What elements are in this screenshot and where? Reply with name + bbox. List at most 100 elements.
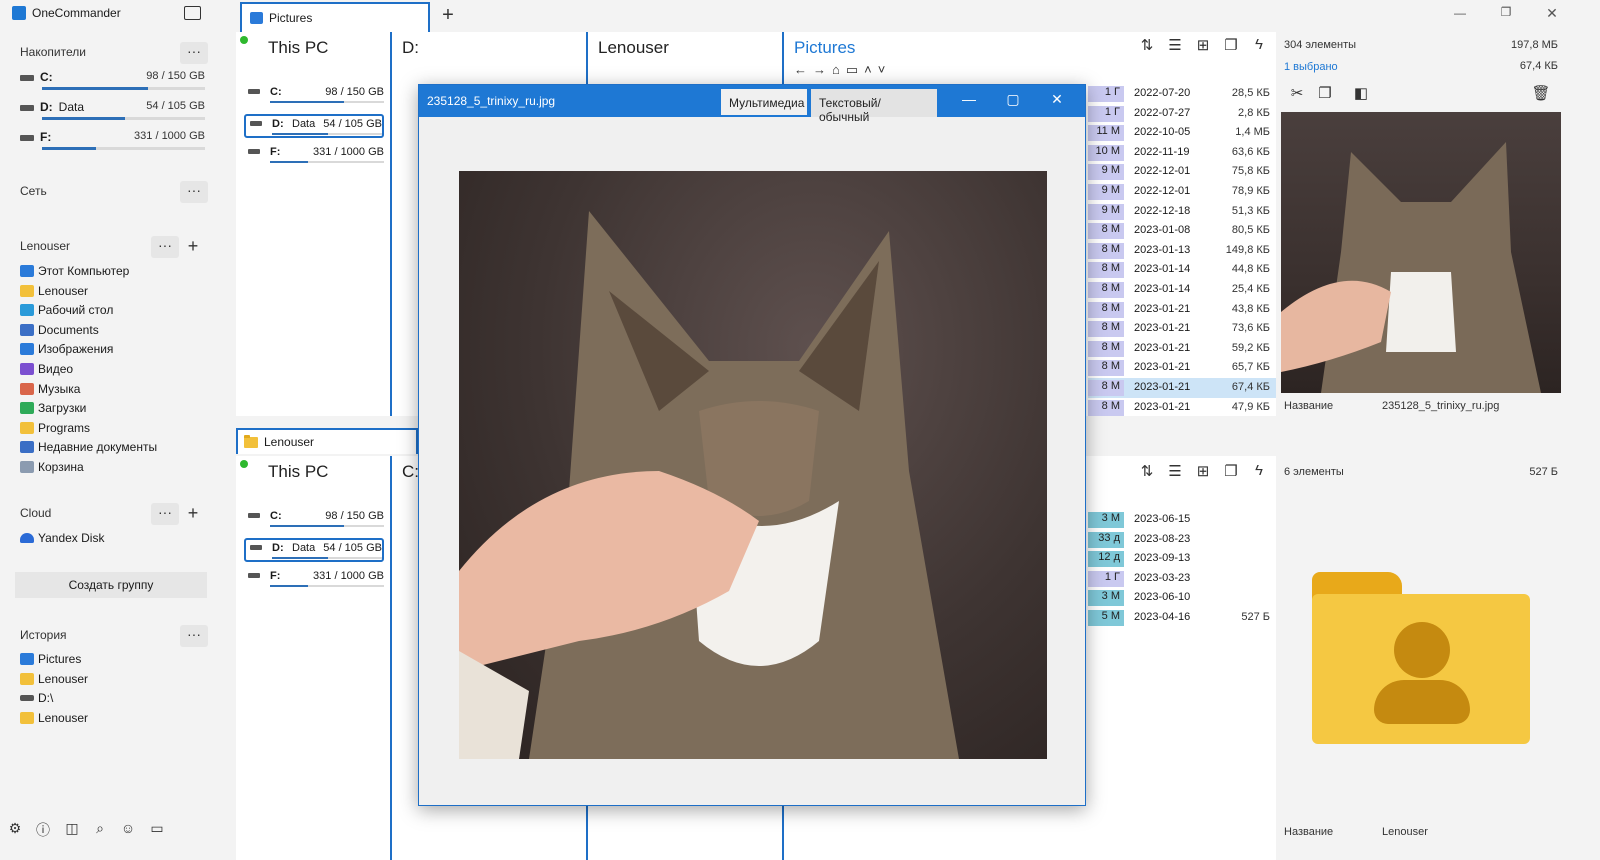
sidebar-item-yandex-disk[interactable]: Yandex Disk	[20, 528, 104, 548]
sidebar-item[interactable]: Корзина	[20, 457, 84, 477]
list-view-icon[interactable]: ☰	[1164, 36, 1186, 58]
tab-lenouser[interactable]: Lenouser	[236, 428, 418, 454]
file-row[interactable]: 1 Г 2023-03-23	[1088, 569, 1278, 589]
file-age-badge: 3 М	[1088, 512, 1124, 528]
window-icon[interactable]: ▭	[146, 820, 168, 840]
history-item[interactable]: Lenouser	[20, 708, 88, 728]
search-icon[interactable]: ⌕	[89, 820, 111, 840]
info-icon[interactable]: ⓘ	[32, 820, 54, 840]
file-row[interactable]: 1 Г 2022-07-20 28,5 КБ	[1088, 84, 1278, 104]
sort-icon[interactable]: ⇅	[1136, 36, 1158, 58]
copy-icon[interactable]: ❐	[1314, 84, 1336, 106]
pane-drive[interactable]: D: Data 54 / 105 GB	[244, 538, 384, 562]
file-row[interactable]: 8 М 2023-01-13 149,8 КБ	[1088, 241, 1278, 261]
user-icon[interactable]: ☺	[117, 820, 139, 840]
sidebar-item[interactable]: Lenouser	[20, 281, 88, 301]
clipboard-icon[interactable]: ❐	[1220, 36, 1242, 58]
cut-icon[interactable]: ✂	[1286, 84, 1308, 106]
sidebar-drive[interactable]: D: Data 54 / 105 GB	[20, 100, 205, 126]
file-row[interactable]: 8 М 2023-01-21 43,8 КБ	[1088, 300, 1278, 320]
sidebar-drive[interactable]: C: 98 / 150 GB	[20, 70, 205, 96]
home-icon[interactable]: ⌂	[832, 62, 840, 78]
pane-drive[interactable]: F: 331 / 1000 GB	[244, 144, 384, 168]
pane-drive[interactable]: C: 98 / 150 GB	[244, 508, 384, 532]
file-row[interactable]: 8 М 2023-01-14 25,4 КБ	[1088, 280, 1278, 300]
sidebar-item[interactable]: Изображения	[20, 339, 113, 359]
forward-arrow-icon[interactable]: →	[813, 62, 826, 78]
file-row[interactable]: 9 М 2022-12-01 75,8 КБ	[1088, 162, 1278, 182]
sidebar-item[interactable]: Недавние документы	[20, 437, 157, 457]
sidebar: OneCommander Накопители ··· C: 98 / 150 G…	[0, 0, 240, 860]
network-more-button[interactable]: ···	[180, 181, 208, 203]
chevron-up-icon[interactable]: ˄	[864, 62, 872, 78]
sidebar-item[interactable]: Documents	[20, 320, 99, 340]
sort-icon[interactable]: ⇅	[1136, 462, 1158, 484]
user-more-button[interactable]: ···	[151, 236, 179, 258]
delete-icon[interactable]: 🗑	[1530, 84, 1552, 106]
file-row[interactable]: 8 М 2023-01-21 65,7 КБ	[1088, 358, 1278, 378]
lightning-icon[interactable]: ϟ	[1248, 462, 1270, 484]
tab-multimedia[interactable]: Мультимедиа	[721, 89, 807, 117]
folder-icon[interactable]: ▭	[846, 62, 858, 78]
file-size: 25,4 КБ	[1231, 283, 1270, 295]
sidebar-item[interactable]: Музыка	[20, 379, 80, 399]
add-icon[interactable]: ⊞	[1192, 36, 1214, 58]
clipboard-icon[interactable]: ❐	[1220, 462, 1242, 484]
sidebar-drive[interactable]: F: 331 / 1000 GB	[20, 130, 205, 156]
lightning-icon[interactable]: ϟ	[1248, 36, 1270, 58]
file-row[interactable]: 8 М 2023-01-21 67,4 КБ	[1088, 378, 1278, 398]
file-row[interactable]: 8 М 2023-01-08 80,5 КБ	[1088, 221, 1278, 241]
tab-text-plain[interactable]: Текстовый/обычный	[811, 89, 937, 124]
pane-drive[interactable]: F: 331 / 1000 GB	[244, 568, 384, 592]
file-size: 80,5 КБ	[1231, 224, 1270, 237]
chevron-down-icon[interactable]: ˅	[878, 62, 886, 78]
pane-drive[interactable]: D: Data 54 / 105 GB	[244, 114, 384, 138]
sidebar-item[interactable]: Загрузки	[20, 398, 86, 418]
new-tab-button[interactable]: +	[436, 4, 460, 28]
file-row[interactable]: 9 М 2022-12-18 51,3 КБ	[1088, 202, 1278, 222]
history-more-button[interactable]: ···	[180, 625, 208, 647]
new-window-icon[interactable]	[184, 6, 201, 20]
list-view-icon[interactable]: ☰	[1164, 462, 1186, 484]
viewer-maximize-button[interactable]: ▢	[991, 85, 1035, 113]
panels-icon[interactable]: ◫	[61, 820, 83, 840]
maximize-button[interactable]: ❐	[1496, 5, 1516, 19]
sidebar-item-label: Этот Компьютер	[38, 264, 130, 278]
create-group-button[interactable]: Создать группу	[15, 572, 207, 598]
file-row[interactable]: 8 М 2023-01-14 44,8 КБ	[1088, 260, 1278, 280]
cloud-more-button[interactable]: ···	[151, 503, 179, 525]
file-row[interactable]: 3 М 2023-06-15	[1088, 510, 1278, 530]
file-row[interactable]: 3 М 2023-06-10	[1088, 588, 1278, 608]
file-row[interactable]: 11 М 2022-10-05 1,4 МБ	[1088, 123, 1278, 143]
user-add-button[interactable]: +	[182, 236, 204, 258]
file-row[interactable]: 12 д 2023-09-13	[1088, 549, 1278, 569]
back-arrow-icon[interactable]: ←	[794, 62, 807, 78]
settings-icon[interactable]: ⚙	[4, 820, 26, 840]
file-row[interactable]: 8 М 2023-01-21 47,9 КБ	[1088, 398, 1278, 418]
file-row[interactable]: 10 М 2022-11-19 63,6 КБ	[1088, 143, 1278, 163]
drives-more-button[interactable]: ···	[180, 42, 208, 64]
sidebar-item[interactable]: Programs	[20, 418, 90, 438]
minimize-button[interactable]: —	[1450, 6, 1470, 20]
file-row[interactable]: 8 М 2023-01-21 59,2 КБ	[1088, 339, 1278, 359]
file-row[interactable]: 33 д 2023-08-23	[1088, 530, 1278, 550]
name-value: Lenouser	[1382, 826, 1428, 838]
tab-pictures[interactable]: Pictures	[240, 2, 430, 32]
add-icon[interactable]: ⊞	[1192, 462, 1214, 484]
history-item[interactable]: Pictures	[20, 649, 81, 669]
sidebar-item[interactable]: Этот Компьютер	[20, 261, 129, 281]
cloud-add-button[interactable]: +	[182, 503, 204, 525]
history-item[interactable]: D:\	[20, 688, 53, 708]
viewer-close-button[interactable]: ✕	[1035, 85, 1079, 113]
split-icon[interactable]: ◧	[1350, 84, 1372, 106]
file-row[interactable]: 9 М 2022-12-01 78,9 КБ	[1088, 182, 1278, 202]
file-row[interactable]: 8 М 2023-01-21 73,6 КБ	[1088, 319, 1278, 339]
pane-drive[interactable]: C: 98 / 150 GB	[244, 84, 384, 108]
sidebar-item[interactable]: Видео	[20, 359, 73, 379]
history-item[interactable]: Lenouser	[20, 669, 88, 689]
close-button[interactable]: ✕	[1542, 5, 1562, 22]
viewer-minimize-button[interactable]: —	[947, 85, 991, 113]
file-row[interactable]: 5 М 2023-04-16 527 Б	[1088, 608, 1278, 628]
file-row[interactable]: 1 Г 2022-07-27 2,8 КБ	[1088, 104, 1278, 124]
sidebar-item[interactable]: Рабочий стол	[20, 300, 113, 320]
